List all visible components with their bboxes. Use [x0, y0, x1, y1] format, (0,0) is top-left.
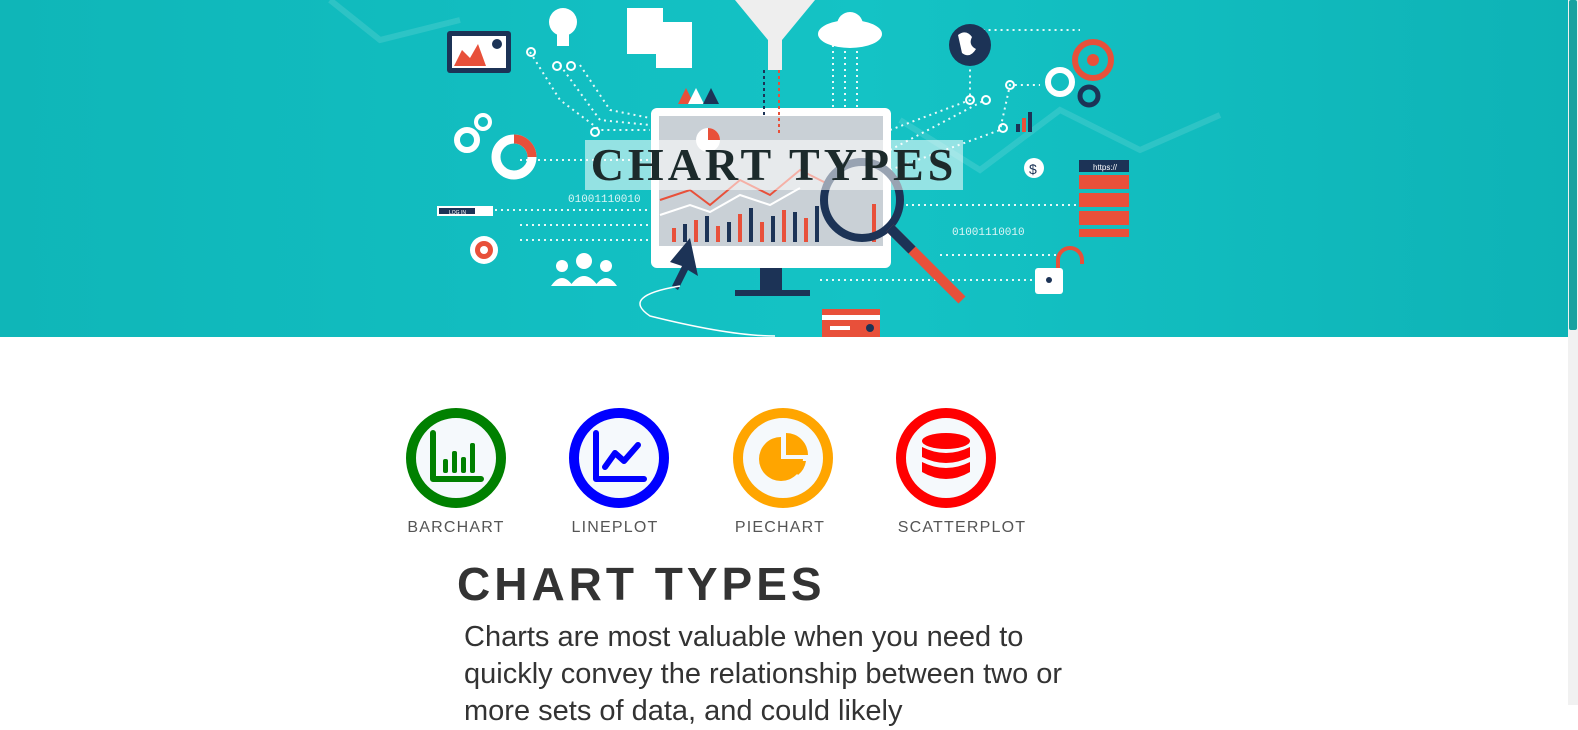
scrollbar-thumb[interactable] — [1569, 0, 1577, 330]
https-label: https:// — [1093, 163, 1118, 172]
hero-title: CHART TYPES — [585, 140, 963, 190]
barchart-label[interactable]: BARCHART — [376, 519, 536, 537]
vertical-scrollbar[interactable] — [1568, 0, 1578, 705]
lineplot-label[interactable]: LINEPLOT — [535, 519, 695, 537]
piechart-label[interactable]: PIECHART — [700, 519, 860, 537]
section-description: Charts are most valuable when you need t… — [464, 621, 1063, 727]
bar-chart-icon — [430, 430, 484, 482]
login-label: LOG IN — [449, 210, 466, 216]
scatterplot-label[interactable]: SCATTERPLOT — [882, 519, 1042, 537]
lineplot-button[interactable] — [569, 408, 669, 508]
binary-text-right: 01001110010 — [952, 227, 1025, 239]
svg-text:$: $ — [1029, 161, 1037, 177]
hero-banner: LOG IN 01001110010 01001110010 $ https:/… — [0, 0, 1568, 337]
pie-chart-icon — [759, 433, 808, 481]
piechart-button[interactable] — [733, 408, 833, 508]
barchart-button[interactable] — [406, 408, 506, 508]
scatterplot-button[interactable] — [896, 408, 996, 508]
line-chart-icon — [593, 430, 647, 482]
section-heading: CHART TYPES — [457, 558, 826, 610]
binary-text-left: 01001110010 — [568, 194, 641, 206]
database-icon — [922, 433, 970, 479]
